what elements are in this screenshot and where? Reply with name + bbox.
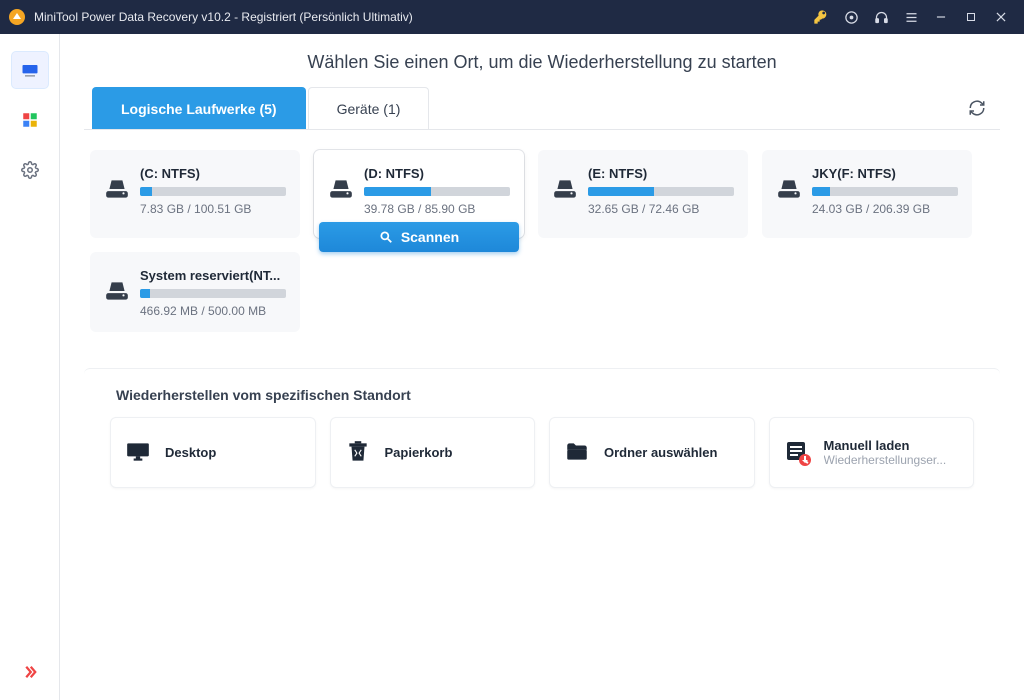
menu-icon[interactable]	[896, 3, 926, 31]
drive-usage: 32.65 GB / 72.46 GB	[588, 202, 734, 216]
usage-bar	[140, 187, 286, 196]
usage-bar	[140, 289, 286, 298]
sidebar-item-apps[interactable]	[12, 102, 48, 138]
location-grid: Desktop Papierkorb Ordner auswählen Manuell…	[90, 417, 994, 488]
location-title: Ordner auswählen	[604, 445, 717, 460]
manual-icon	[784, 439, 812, 467]
drive-card[interactable]: (E: NTFS) 32.65 GB / 72.46 GB	[538, 150, 748, 238]
drive-name: System reserviert(NT...	[140, 268, 286, 283]
minimize-icon[interactable]	[926, 3, 956, 31]
scan-button[interactable]: Scannen	[319, 222, 519, 252]
tab-logical-drives[interactable]: Logische Laufwerke (5)	[92, 87, 306, 129]
scan-label: Scannen	[401, 229, 459, 245]
main-area: Wählen Sie einen Ort, um die Wiederherst…	[60, 34, 1024, 700]
location-title: Papierkorb	[385, 445, 453, 460]
drive-icon	[552, 176, 582, 202]
app-icon	[8, 8, 26, 26]
maximize-icon[interactable]	[956, 3, 986, 31]
refresh-button[interactable]	[962, 93, 992, 123]
app-title: MiniTool Power Data Recovery v10.2 - Reg…	[34, 10, 413, 24]
specific-heading: Wiederherstellen vom spezifischen Stando…	[90, 387, 994, 417]
sidebar-item-recovery[interactable]	[12, 52, 48, 88]
drive-usage: 24.03 GB / 206.39 GB	[812, 202, 958, 216]
drive-name: JKY(F: NTFS)	[812, 166, 958, 181]
drive-icon	[104, 176, 134, 202]
sidebar-item-settings[interactable]	[12, 152, 48, 188]
location-subtitle: Wiederherstellungser...	[824, 453, 947, 467]
headphones-icon[interactable]	[866, 3, 896, 31]
drive-usage: 39.78 GB / 85.90 GB	[364, 202, 510, 216]
search-icon	[379, 230, 393, 244]
usage-bar	[364, 187, 510, 196]
close-icon[interactable]	[986, 3, 1016, 31]
titlebar: MiniTool Power Data Recovery v10.2 - Reg…	[0, 0, 1024, 34]
drive-card[interactable]: (D: NTFS)39.78 GB / 85.90 GBScannen	[314, 150, 524, 238]
drive-usage: 7.83 GB / 100.51 GB	[140, 202, 286, 216]
drive-icon	[328, 176, 358, 202]
location-card-manual[interactable]: Manuell ladenWiederherstellungser...	[769, 417, 975, 488]
tabs-row: Logische Laufwerke (5) Geräte (1)	[84, 87, 1000, 130]
location-card-desktop[interactable]: Desktop	[110, 417, 316, 488]
tab-label: Logische Laufwerke (5)	[121, 101, 277, 117]
location-title: Manuell laden	[824, 438, 947, 453]
drive-grid: (C: NTFS) 7.83 GB / 100.51 GB (D: NTFS) 39.…	[84, 130, 1000, 332]
tab-devices[interactable]: Geräte (1)	[308, 87, 430, 129]
page-heading: Wählen Sie einen Ort, um die Wiederherst…	[60, 34, 1024, 81]
folder-icon	[564, 439, 592, 467]
drive-card[interactable]: (C: NTFS) 7.83 GB / 100.51 GB	[90, 150, 300, 238]
tab-label: Geräte (1)	[337, 101, 401, 117]
drive-icon	[776, 176, 806, 202]
drive-card[interactable]: System reserviert(NT... 466.92 MB / 500.0…	[90, 252, 300, 332]
key-icon[interactable]	[806, 3, 836, 31]
disc-icon[interactable]	[836, 3, 866, 31]
usage-bar	[812, 187, 958, 196]
location-card-folder[interactable]: Ordner auswählen	[549, 417, 755, 488]
drive-name: (E: NTFS)	[588, 166, 734, 181]
specific-location-panel: Wiederherstellen vom spezifischen Stando…	[84, 368, 1000, 510]
drive-usage: 466.92 MB / 500.00 MB	[140, 304, 286, 318]
sidebar	[0, 34, 60, 700]
desktop-icon	[125, 439, 153, 467]
trash-icon	[345, 439, 373, 467]
drives-panel: Logische Laufwerke (5) Geräte (1) (C: NT…	[84, 87, 1000, 332]
usage-bar	[588, 187, 734, 196]
drive-icon	[104, 278, 134, 304]
drive-card[interactable]: JKY(F: NTFS) 24.03 GB / 206.39 GB	[762, 150, 972, 238]
sidebar-expand-button[interactable]	[12, 654, 48, 690]
drive-name: (C: NTFS)	[140, 166, 286, 181]
location-card-trash[interactable]: Papierkorb	[330, 417, 536, 488]
location-title: Desktop	[165, 445, 216, 460]
drive-name: (D: NTFS)	[364, 166, 510, 181]
